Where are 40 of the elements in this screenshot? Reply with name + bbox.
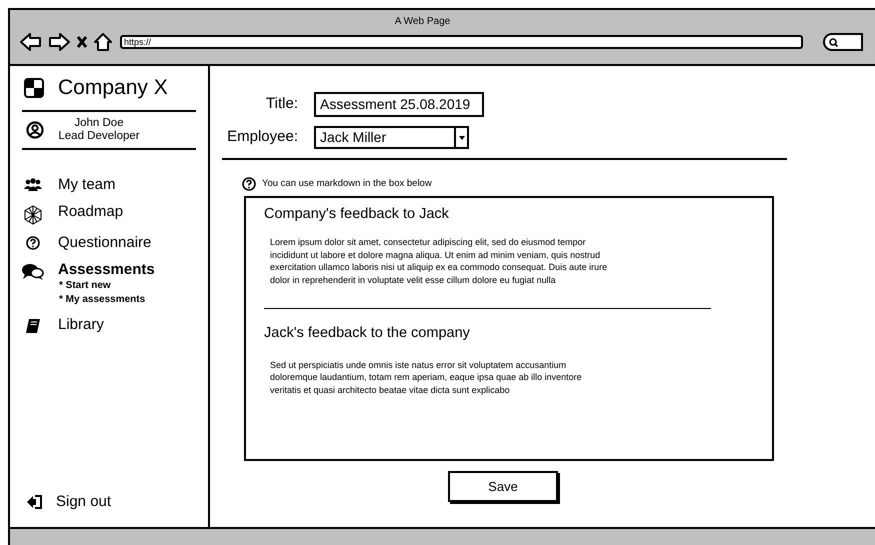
sub-nav-link[interactable]: * My assessments <box>59 292 155 306</box>
user-icon <box>26 120 44 138</box>
save-button[interactable]: Save <box>448 471 558 502</box>
home-icon[interactable] <box>94 33 112 51</box>
forward-icon[interactable] <box>48 33 70 51</box>
help-icon <box>26 236 40 250</box>
globe-icon <box>23 204 43 224</box>
section-heading: Jack's feedback to the company <box>264 324 471 343</box>
team-icon <box>24 178 42 192</box>
sub-nav-link[interactable]: * Start new <box>59 278 155 292</box>
search-icon <box>829 38 838 46</box>
nav-item[interactable]: Assessments <box>58 260 155 278</box>
employee-dropdown[interactable]: Jack Miller <box>314 126 469 149</box>
employee-label: Employee: <box>226 127 298 148</box>
nav-item[interactable]: Roadmap <box>58 202 124 220</box>
book-icon <box>25 318 41 334</box>
nav-item[interactable]: Questionnaire <box>58 234 152 252</box>
close-icon[interactable] <box>76 35 88 49</box>
markdown-editor[interactable] <box>244 196 774 462</box>
user-role: Lead Developer <box>58 130 140 142</box>
nav-item[interactable]: Library <box>58 316 104 334</box>
hint-text: You can use markdown in the box below <box>262 177 432 191</box>
section-paragraph: Lorem ipsum dolor sit amet, consectetur adipiscing elit, sed do eiusmod tempor incididunt ut labore et dolore magna aliqua. Ut enim ad minim veniam, quis nostrud exercitation ullamco laboris nisi ut aliquip ex ea commodo consequat. Duis aute irure dolor in reprehenderit in voluptate velit esse cillum dolore eu fugiat nulla <box>270 236 608 286</box>
title-field[interactable]: Assessment 25.08.2019 <box>314 92 484 117</box>
nav-item[interactable]: My team <box>58 176 116 194</box>
address-field[interactable]: https:// <box>120 35 803 49</box>
sign-out-link[interactable]: Sign out <box>56 490 112 513</box>
section-paragraph: Sed ut perspiciatis unde omnis iste natus error sit voluptatem accusantium doloremque laudantium, totam rem aperiam, eaque ipsa quae ab illo inventore veritatis et quasi architecto beatae vitae dicta sunt explicabo <box>270 358 583 396</box>
section-heading: Company's feedback to Jack <box>264 205 450 224</box>
window-title: A Web Page <box>394 15 450 29</box>
back-icon[interactable] <box>20 33 42 51</box>
user-name: John Doe <box>74 116 124 130</box>
title-label: Title: <box>265 94 298 114</box>
logo-icon <box>24 78 44 98</box>
sign-out-icon[interactable] <box>26 494 42 509</box>
search-field[interactable] <box>823 33 863 51</box>
help-icon <box>242 177 256 192</box>
company-name: Company X <box>58 75 168 101</box>
chat-icon <box>22 262 44 280</box>
caret-icon <box>458 136 464 140</box>
